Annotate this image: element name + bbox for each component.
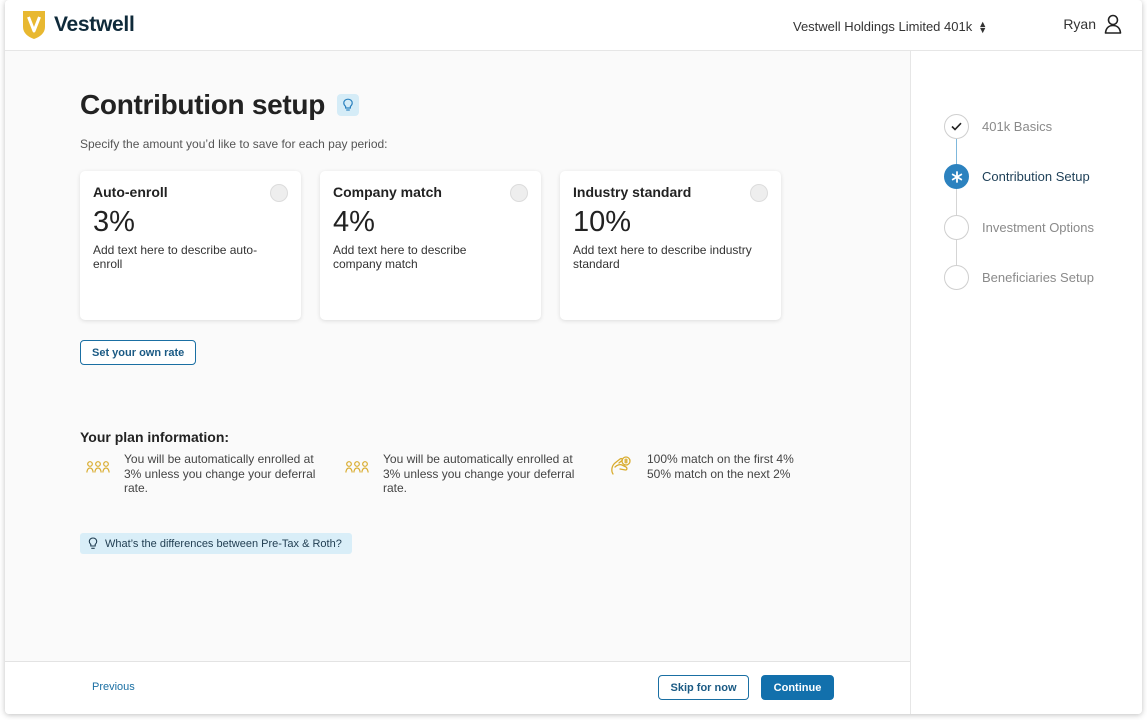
title-row: Contribution setup xyxy=(80,89,360,121)
option-description: Add text here to describe industry stand… xyxy=(573,243,752,271)
hand-coin-icon xyxy=(603,452,639,478)
plan-info-item: You will be automatically enrolled at 3%… xyxy=(339,452,588,496)
step-contribution-setup[interactable]: Contribution Setup xyxy=(944,164,1090,189)
empty-circle-icon xyxy=(944,215,969,240)
step-label: Contribution Setup xyxy=(982,169,1090,184)
top-bar: Vestwell Vestwell Holdings Limited 401k … xyxy=(5,0,1142,51)
people-icon xyxy=(339,452,375,474)
step-label: Investment Options xyxy=(982,220,1094,235)
progress-stepper: 401k Basics Contribution Setup Investmen… xyxy=(910,51,1142,714)
option-percent: 3% xyxy=(93,206,135,238)
option-card-industry-standard[interactable]: Industry standard 10% Add text here to d… xyxy=(560,171,781,320)
option-title: Auto-enroll xyxy=(93,184,168,200)
step-label: 401k Basics xyxy=(982,119,1053,134)
lightbulb-icon xyxy=(88,537,98,549)
step-beneficiaries-setup[interactable]: Beneficiaries Setup xyxy=(944,265,1094,290)
user-menu[interactable]: Ryan xyxy=(1063,14,1122,34)
plan-info-text: You will be automatically enrolled at 3%… xyxy=(124,452,316,495)
match-line-1: 100% match on the first 4% xyxy=(647,452,794,466)
page-subtitle: Specify the amount you’d like to save fo… xyxy=(80,137,388,151)
set-own-rate-button[interactable]: Set your own rate xyxy=(80,340,197,365)
check-icon xyxy=(944,114,969,139)
plan-info-text: 100% match on the first 4% 50% match on … xyxy=(647,452,852,481)
asterisk-icon xyxy=(944,164,969,189)
app-window: Vestwell Vestwell Holdings Limited 401k … xyxy=(5,0,1142,714)
option-description: Add text here to describe company match xyxy=(333,243,467,271)
plan-info-heading: Your plan information: xyxy=(80,429,230,445)
main-content: Contribution setup Specify the amount yo… xyxy=(5,51,910,661)
option-radio[interactable] xyxy=(270,184,288,202)
user-icon xyxy=(1104,14,1122,34)
plan-info-text: You will be automatically enrolled at 3%… xyxy=(383,452,575,495)
option-title: Industry standard xyxy=(573,184,692,200)
people-icon xyxy=(80,452,116,474)
step-label: Beneficiaries Setup xyxy=(982,270,1095,285)
option-percent: 4% xyxy=(333,206,375,238)
step-investment-options[interactable]: Investment Options xyxy=(944,215,1094,240)
brand-logo[interactable]: Vestwell xyxy=(22,10,135,40)
brand-name: Vestwell xyxy=(54,13,135,36)
lightbulb-icon xyxy=(343,98,353,111)
match-line-2: 50% match on the next 2% xyxy=(647,466,791,481)
plan-selector[interactable]: Vestwell Holdings Limited 401k ▲ ▼ xyxy=(793,19,987,34)
option-radio[interactable] xyxy=(750,184,768,202)
option-card-auto-enroll[interactable]: Auto-enroll 3% Add text here to describe… xyxy=(80,171,301,320)
footer-bar: Previous Skip for now Continue xyxy=(5,661,910,714)
pretax-roth-tip[interactable]: What’s the differences between Pre-Tax &… xyxy=(80,533,352,554)
option-card-company-match[interactable]: Company match 4% Add text here to descri… xyxy=(320,171,541,320)
chevron-up-down-icon: ▲ ▼ xyxy=(978,18,988,35)
hint-button[interactable] xyxy=(337,94,360,116)
page-title: Contribution setup xyxy=(80,89,326,120)
step-401k-basics[interactable]: 401k Basics xyxy=(944,114,1052,139)
previous-link[interactable]: Previous xyxy=(92,681,135,693)
vestwell-shield-icon xyxy=(23,11,45,39)
plan-info-item: 100% match on the first 4% 50% match on … xyxy=(603,452,852,481)
empty-circle-icon xyxy=(944,265,969,290)
option-title: Company match xyxy=(333,184,442,200)
option-description: Add text here to describe auto-enroll xyxy=(93,243,258,271)
skip-button[interactable]: Skip for now xyxy=(658,675,749,700)
continue-button[interactable]: Continue xyxy=(761,675,834,700)
tip-text: What’s the differences between Pre-Tax &… xyxy=(105,537,342,550)
option-percent: 10% xyxy=(573,206,632,238)
contribution-options: Auto-enroll 3% Add text here to describe… xyxy=(80,171,781,320)
plan-info-item: You will be automatically enrolled at 3%… xyxy=(80,452,329,496)
plan-name: Vestwell Holdings Limited 401k xyxy=(793,19,973,34)
option-radio[interactable] xyxy=(510,184,528,202)
user-name: Ryan xyxy=(1063,16,1096,32)
